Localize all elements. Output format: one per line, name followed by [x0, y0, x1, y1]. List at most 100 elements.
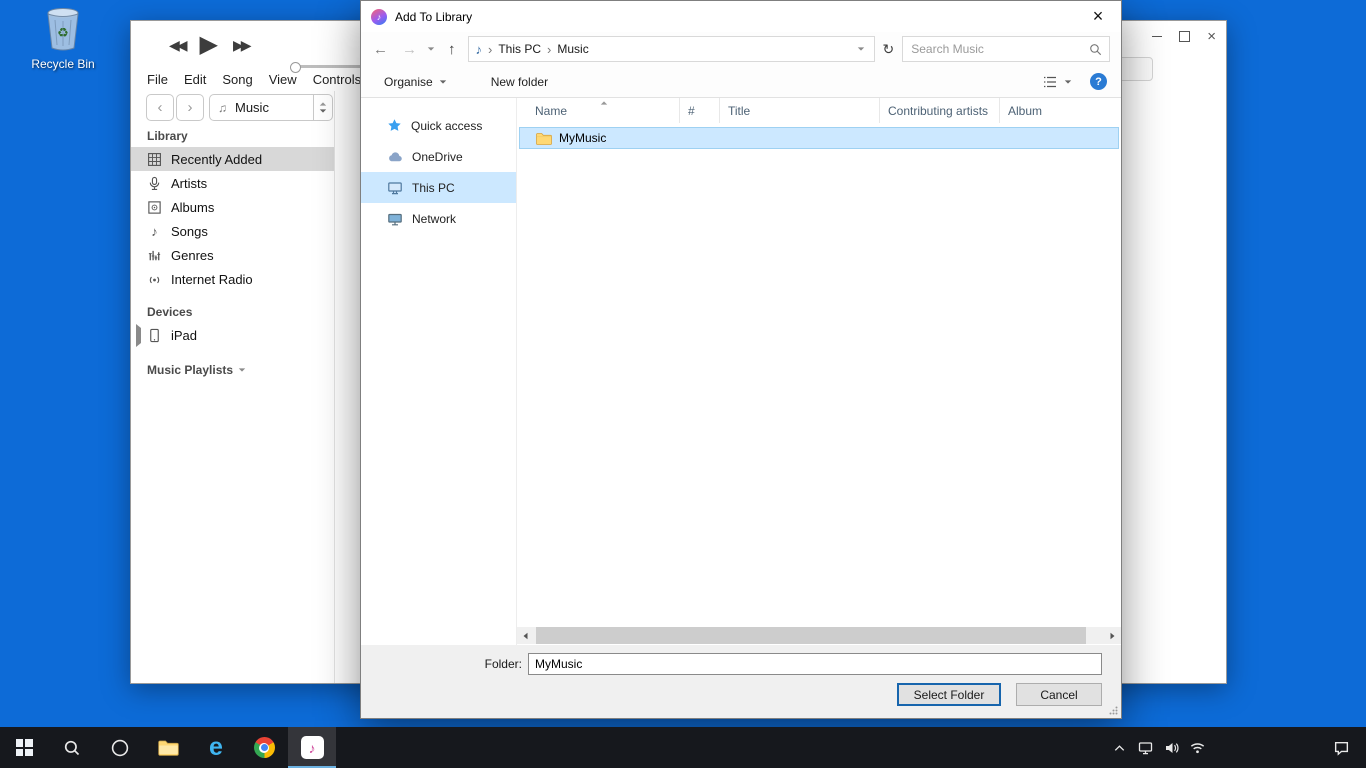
sidebar-item-songs[interactable]: ♪ Songs — [131, 219, 334, 243]
view-options-icon[interactable] — [1042, 74, 1058, 90]
new-folder-button[interactable]: New folder — [491, 75, 548, 89]
recycle-bin-shortcut[interactable]: ♻ Recycle Bin — [28, 6, 98, 71]
up-icon[interactable]: ↑ — [448, 41, 456, 58]
dialog-body: Quick access OneDrive This PC Network — [361, 98, 1121, 645]
scroll-left-button[interactable] — [517, 627, 534, 644]
search-input[interactable] — [903, 42, 1089, 56]
menu-edit[interactable]: Edit — [184, 72, 206, 87]
media-type-value: Music — [235, 100, 313, 115]
fast-forward-icon[interactable]: ▶▶ — [233, 37, 249, 54]
sidebar-item-genres[interactable]: Genres — [131, 243, 334, 267]
recent-locations-chevron-icon[interactable] — [428, 47, 434, 50]
nav-item-network[interactable]: Network — [361, 203, 516, 234]
folder-name-input[interactable] — [528, 653, 1102, 675]
sidebar-divider — [334, 91, 335, 683]
itunes-icon: ♪ — [301, 736, 324, 759]
dialog-toolbar: Organise New folder ? — [361, 66, 1121, 98]
column-header-album[interactable]: Album — [1000, 98, 1121, 123]
column-headers: Name # Title Contributing artists Album — [517, 98, 1121, 123]
sidebar-item-artists[interactable]: Artists — [131, 171, 334, 195]
breadcrumb-this-pc[interactable]: This PC — [498, 42, 541, 56]
column-header-number[interactable]: # — [680, 98, 720, 123]
system-tray — [1106, 727, 1366, 768]
file-explorer-button[interactable] — [144, 727, 192, 768]
itunes-forward-button[interactable]: › — [176, 94, 204, 121]
dialog-navigation-pane: Quick access OneDrive This PC Network — [361, 98, 517, 645]
music-library-icon: ♪ — [476, 42, 483, 57]
chevron-up-icon — [1112, 741, 1127, 755]
nav-item-quick-access[interactable]: Quick access — [361, 110, 516, 141]
dialog-navigation-bar: ← → ↑ ♪ › This PC › Music ↻ — [361, 32, 1121, 66]
ipad-icon — [147, 328, 162, 343]
itunes-back-button[interactable]: ‹ — [146, 94, 174, 121]
rewind-icon[interactable]: ◀◀ — [169, 37, 185, 54]
breadcrumb-music[interactable]: Music — [557, 42, 588, 56]
media-type-selector[interactable]: ♫ Music — [209, 94, 333, 121]
view-options-chevron-icon[interactable] — [1065, 80, 1071, 83]
resize-grip[interactable] — [1108, 705, 1119, 716]
music-playlists-header[interactable]: Music Playlists — [131, 359, 334, 381]
breadcrumb-separator: › — [547, 42, 551, 57]
play-icon[interactable]: ▶ — [200, 33, 218, 57]
chevron-left-icon: ‹ — [158, 99, 163, 116]
volume-tray-icon[interactable] — [1158, 740, 1184, 756]
sidebar-item-label: iPad — [171, 328, 197, 343]
action-center-button[interactable] — [1328, 740, 1354, 756]
nav-item-onedrive[interactable]: OneDrive — [361, 141, 516, 172]
cancel-button[interactable]: Cancel — [1016, 683, 1102, 706]
help-icon[interactable]: ? — [1090, 73, 1107, 90]
network-tray-icon[interactable] — [1184, 740, 1210, 755]
chrome-button[interactable] — [240, 727, 288, 768]
itunes-sidebar: Library Recently Added Artists Albums ♪ … — [131, 125, 334, 381]
menu-song[interactable]: Song — [222, 72, 252, 87]
menu-file[interactable]: File — [147, 72, 168, 87]
scrollbar-track[interactable] — [534, 627, 1104, 644]
show-hidden-icons-button[interactable] — [1106, 741, 1132, 755]
itunes-app-icon: ♪ — [371, 9, 387, 25]
display-tray-icon[interactable] — [1132, 740, 1158, 756]
notifications-icon — [1333, 740, 1350, 756]
dialog-footer: Folder: Select Folder Cancel — [361, 645, 1121, 718]
select-folder-button[interactable]: Select Folder — [897, 683, 1001, 706]
svg-text:♻: ♻ — [57, 25, 69, 40]
sidebar-item-internet-radio[interactable]: Internet Radio — [131, 267, 334, 291]
maximize-icon[interactable] — [1179, 31, 1190, 42]
cortana-button[interactable] — [96, 727, 144, 768]
expander-icon[interactable] — [136, 328, 141, 343]
close-icon[interactable]: × — [1075, 1, 1121, 32]
column-header-title[interactable]: Title — [720, 98, 880, 123]
column-header-contributing-artists[interactable]: Contributing artists — [880, 98, 1000, 123]
taskbar: e ♪ — [0, 727, 1366, 768]
column-header-name[interactable]: Name — [517, 98, 680, 123]
scroll-right-button[interactable] — [1104, 627, 1121, 644]
media-type-stepper[interactable] — [314, 102, 332, 113]
back-icon[interactable]: ← — [373, 41, 388, 58]
sidebar-item-ipad[interactable]: iPad — [131, 323, 334, 347]
menu-view[interactable]: View — [269, 72, 297, 87]
chrome-icon — [254, 737, 275, 758]
file-row-mymusic[interactable]: MyMusic — [519, 127, 1119, 149]
speaker-icon — [1163, 740, 1180, 756]
itunes-taskbar-button[interactable]: ♪ — [288, 727, 336, 768]
forward-icon[interactable]: → — [402, 41, 417, 58]
dialog-titlebar[interactable]: ♪ Add To Library × — [361, 1, 1121, 32]
organise-button[interactable]: Organise — [384, 75, 447, 89]
internet-explorer-button[interactable]: e — [192, 727, 240, 768]
start-button[interactable] — [0, 727, 48, 768]
address-bar[interactable]: ♪ › This PC › Music — [468, 36, 875, 62]
address-dropdown-icon[interactable] — [857, 47, 863, 50]
sidebar-item-recently-added[interactable]: Recently Added — [131, 147, 334, 171]
taskbar-search-button[interactable] — [48, 727, 96, 768]
sidebar-item-albums[interactable]: Albums — [131, 195, 334, 219]
refresh-icon[interactable]: ↻ — [883, 41, 895, 58]
menu-controls[interactable]: Controls — [313, 72, 361, 87]
scrollbar-thumb[interactable] — [536, 627, 1086, 644]
close-icon[interactable]: × — [1207, 32, 1216, 42]
horizontal-scrollbar[interactable] — [517, 627, 1121, 644]
search-box[interactable] — [902, 36, 1110, 62]
desktop: ♻ Recycle Bin × ◀◀ ▶ ▶▶ File Edit Song V… — [0, 0, 1366, 768]
chevron-down-icon — [440, 80, 446, 83]
itunes-transport: ◀◀ ▶ ▶▶ — [169, 33, 249, 57]
nav-item-this-pc[interactable]: This PC — [361, 172, 516, 203]
minimize-icon[interactable] — [1152, 36, 1162, 37]
